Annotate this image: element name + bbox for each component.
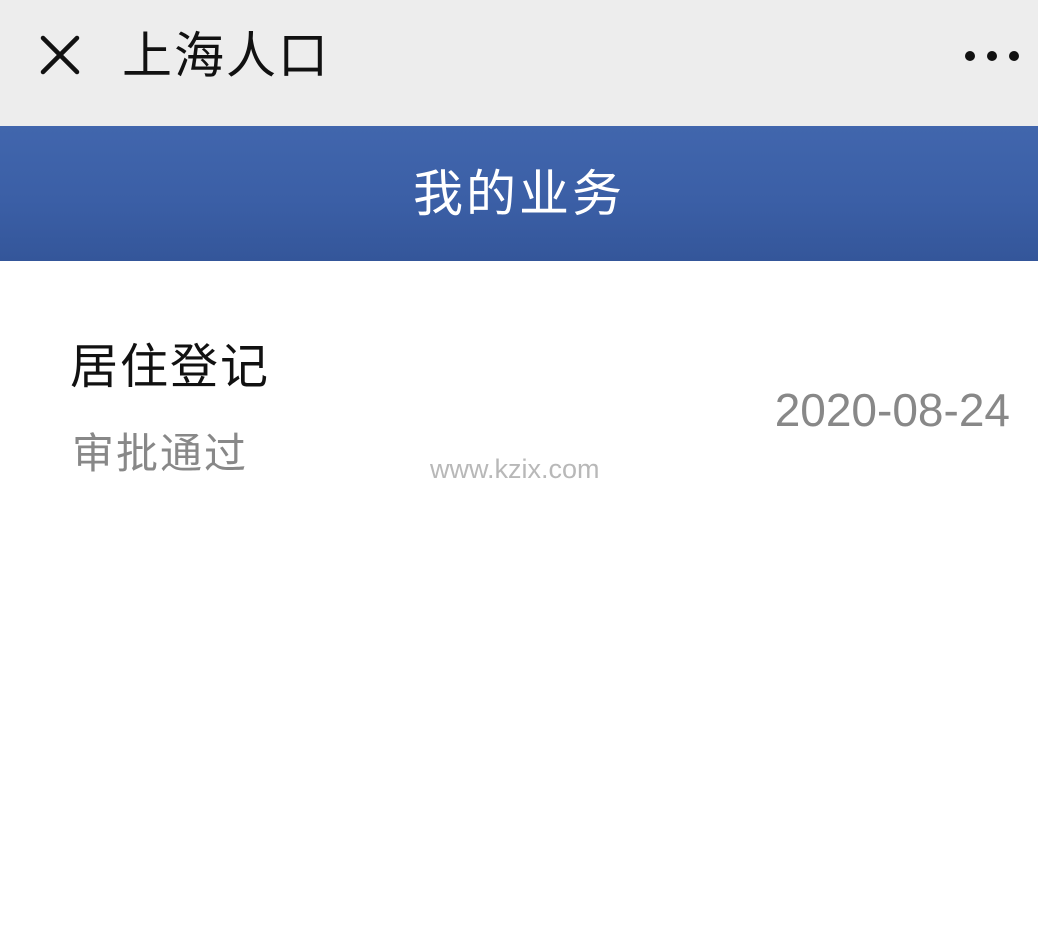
page-title: 我的业务	[413, 164, 625, 223]
business-date: 2020-08-24	[774, 384, 1010, 436]
more-horizontal-icon	[965, 51, 1019, 61]
more-options-button[interactable]	[958, 36, 1028, 76]
app-title: 上海人口	[122, 27, 330, 85]
section-header: 我的业务	[0, 126, 1038, 261]
close-icon	[40, 35, 80, 75]
watermark-text: www.kzix.com	[430, 454, 600, 484]
title-bar: 上海人口	[0, 0, 1038, 126]
app-screen: 上海人口 我的业务 居住登记 审批通过 2020-08-24 www.kzix.…	[0, 0, 1038, 939]
status-text: 审批通过	[72, 429, 249, 478]
business-name: 居住登记	[70, 339, 271, 395]
close-button[interactable]	[30, 25, 90, 85]
